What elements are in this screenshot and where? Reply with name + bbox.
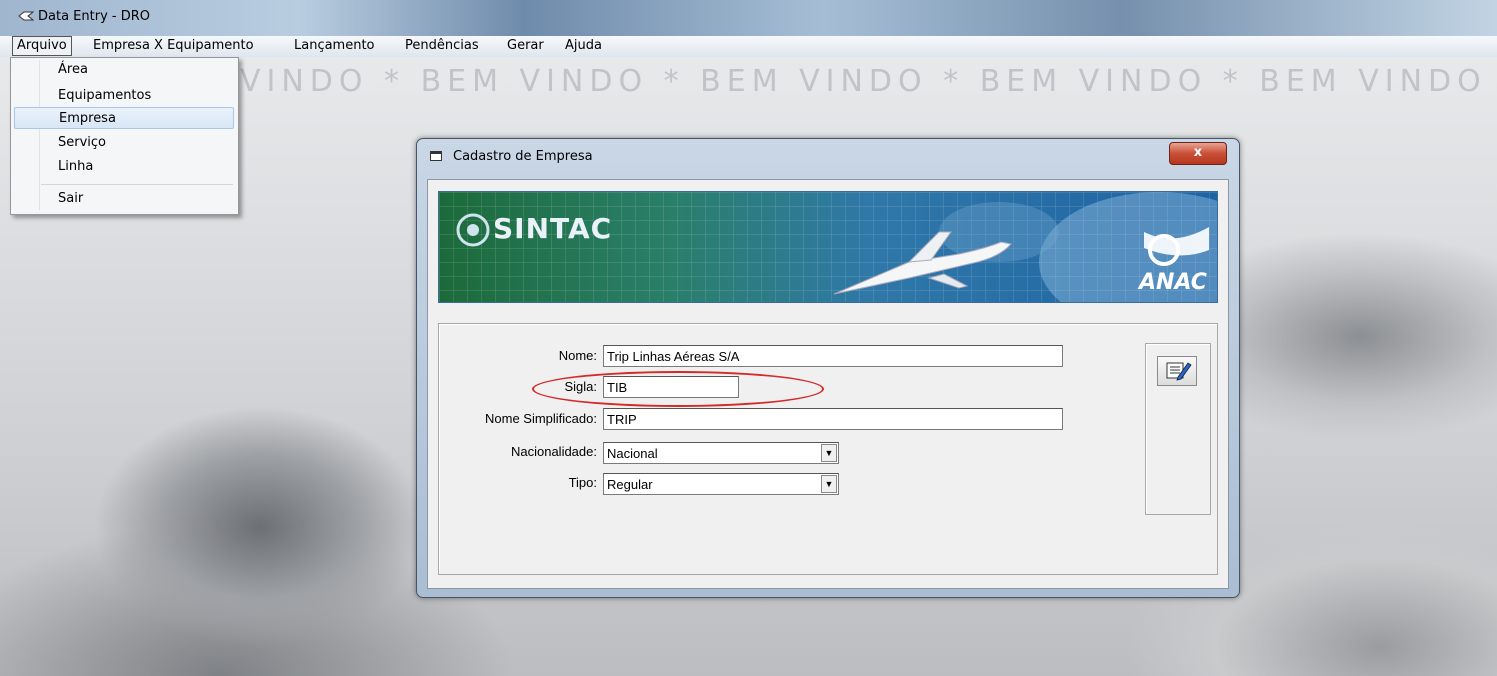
form-panel: Nome: Trip Linhas Aéreas S/A Sigla: TIB … (438, 323, 1218, 575)
nome-field[interactable]: Trip Linhas Aéreas S/A (603, 345, 1063, 367)
arquivo-dropdown-menu: Área Equipamentos Empresa Serviço Linha … (10, 57, 239, 215)
menu-bar: Arquivo Empresa X Equipamento Lançamento… (0, 36, 1497, 58)
dialog-client-area: SINTAC ANAC Nome: Trip Linhas Aéreas S/A… (427, 179, 1229, 589)
menu-separator (41, 184, 233, 185)
tipo-select[interactable]: Regular ▼ (603, 473, 839, 495)
menu-item-empresa[interactable]: Empresa (14, 107, 234, 129)
action-panel (1145, 343, 1211, 515)
sigla-highlight-ellipse (532, 371, 824, 407)
menu-arquivo[interactable]: Arquivo (12, 36, 72, 56)
banner-brand-sintac: SINTAC (493, 212, 613, 245)
welcome-banner-text: VINDO * BEM VINDO * BEM VINDO * BEM VIND… (240, 64, 1487, 99)
menu-item-equipamentos[interactable]: Equipamentos (14, 85, 234, 107)
menu-gerar[interactable]: Gerar (503, 37, 548, 55)
menu-ajuda[interactable]: Ajuda (561, 37, 606, 55)
sintac-anac-banner: SINTAC ANAC (438, 191, 1218, 303)
nacionalidade-label: Nacionalidade: (510, 444, 597, 459)
banner-image (439, 192, 1217, 302)
chevron-down-icon[interactable]: ▼ (821, 475, 837, 493)
window-title-bar: Data Entry - DRO (0, 0, 1497, 36)
close-button[interactable]: x (1169, 142, 1227, 165)
menu-item-servico[interactable]: Serviço (14, 132, 234, 154)
nacionalidade-value: Nacional (607, 446, 658, 461)
edit-button[interactable] (1157, 356, 1197, 386)
dialog-window-icon (430, 151, 442, 161)
chevron-down-icon[interactable]: ▼ (821, 444, 837, 462)
nome-label: Nome: (558, 348, 597, 363)
app-icon (18, 11, 34, 21)
nome-simplificado-label: Nome Simplificado: (485, 411, 597, 426)
cadastro-empresa-dialog: Cadastro de Empresa x SINTAC ANAC Nome: … (416, 138, 1240, 598)
nome-simplificado-field[interactable]: TRIP (603, 408, 1063, 430)
menu-item-linha[interactable]: Linha (14, 156, 234, 178)
edit-form-icon (1166, 362, 1192, 381)
nacionalidade-select[interactable]: Nacional ▼ (603, 442, 839, 464)
menu-item-sair[interactable]: Sair (14, 188, 234, 210)
menu-empresa-x-equipamento[interactable]: Empresa X Equipamento (89, 37, 258, 55)
banner-brand-anac: ANAC (1139, 270, 1207, 295)
menu-pendencias[interactable]: Pendências (401, 37, 483, 55)
dialog-title: Cadastro de Empresa (453, 149, 593, 164)
menu-item-area[interactable]: Área (14, 59, 234, 81)
menu-lancamento[interactable]: Lançamento (290, 37, 379, 55)
tipo-value: Regular (607, 477, 653, 492)
tipo-label: Tipo: (568, 475, 597, 490)
window-title: Data Entry - DRO (38, 9, 150, 24)
